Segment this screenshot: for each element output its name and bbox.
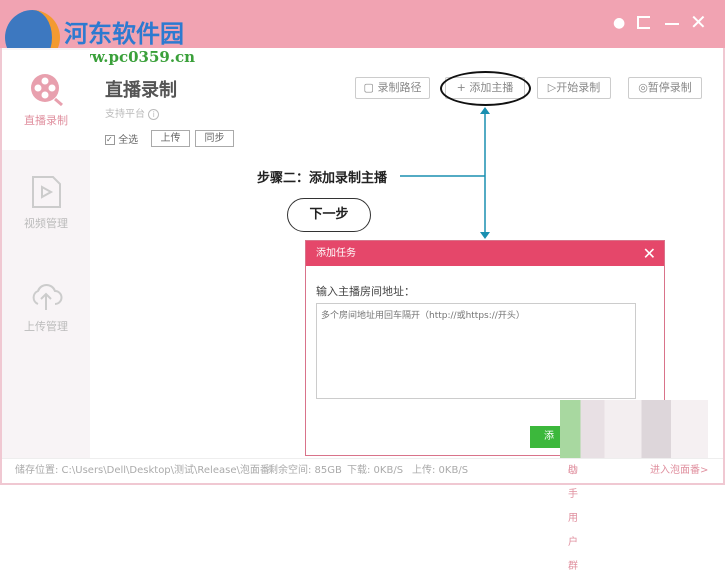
sidebar-item-video-manage[interactable]: 视频管理	[2, 153, 90, 253]
pause-record-button[interactable]: ◎暂停录制	[628, 77, 702, 99]
platform-text: 支持平台	[105, 109, 145, 120]
download-speed: 下载: 0KB/S	[347, 465, 404, 476]
select-all-checkbox[interactable]: ✓ 全选	[105, 131, 138, 146]
minimize-icon[interactable]	[665, 23, 679, 25]
next-step-button[interactable]: 下一步	[287, 198, 371, 232]
start-record-button[interactable]: ▷开始录制	[537, 77, 611, 99]
storage-path[interactable]: 储存位置: C:\Users\Dell\Desktop\测试\Release\泡…	[15, 459, 270, 483]
sidebar-item-upload-manage[interactable]: 上传管理	[2, 256, 90, 356]
dialog-title: 添加任务	[316, 248, 356, 259]
upload-speed: 上传: 0KB/S	[412, 465, 469, 476]
play-icon: ▷	[547, 81, 557, 94]
button-label: 录制路径	[377, 81, 422, 94]
enter-link[interactable]: 进入泡面番>	[650, 459, 708, 483]
status-bar: 储存位置: C:\Users\Dell\Desktop\测试\Release\泡…	[2, 458, 723, 572]
room-url-label: 输入主播房间地址：	[316, 285, 415, 298]
upload-button[interactable]: 上传	[151, 130, 190, 147]
sidebar-item-live-record[interactable]: 直播录制	[2, 50, 90, 150]
info-icon[interactable]: i	[148, 109, 160, 120]
step-annotation: 步骤二：添加录制主播	[257, 171, 388, 186]
video-file-icon	[32, 176, 61, 208]
mosaic-blur	[560, 400, 708, 458]
cloud-upload-icon	[32, 284, 63, 310]
watermark-name: 河东软件园	[64, 19, 184, 48]
sidebar-item-label: 上传管理	[24, 320, 68, 333]
platform-label: 支持平台 i	[105, 105, 160, 120]
sync-button[interactable]: 同步	[195, 130, 234, 147]
sidebar: 直播录制 视频管理 上传管理	[2, 48, 90, 458]
select-all-label: 全选	[118, 135, 139, 146]
button-label: 开始录制	[556, 81, 601, 94]
room-url-input[interactable]	[316, 303, 636, 399]
help-label: 助手用户群	[568, 465, 578, 572]
dialog-header: 添加任务 ✕	[306, 241, 664, 266]
annotation-arrows	[400, 107, 490, 239]
sidebar-item-label: 直播录制	[24, 114, 68, 127]
dialog-close-icon[interactable]: ✕	[643, 241, 656, 266]
pause-icon: ◎	[638, 81, 648, 94]
close-icon[interactable]: ✕	[690, 10, 707, 34]
film-reel-icon	[31, 74, 63, 106]
folder-icon: ▢	[363, 81, 374, 94]
sidebar-item-label: 视频管理	[24, 217, 68, 230]
record-path-button[interactable]: ▢ 录制路径	[355, 77, 430, 99]
logout-icon[interactable]	[637, 16, 650, 29]
button-label: 暂停录制	[647, 81, 692, 94]
page-title: 直播录制	[105, 80, 177, 101]
user-icon[interactable]: ●	[613, 16, 626, 30]
free-space: 剩余空间: 85GB	[268, 465, 342, 476]
